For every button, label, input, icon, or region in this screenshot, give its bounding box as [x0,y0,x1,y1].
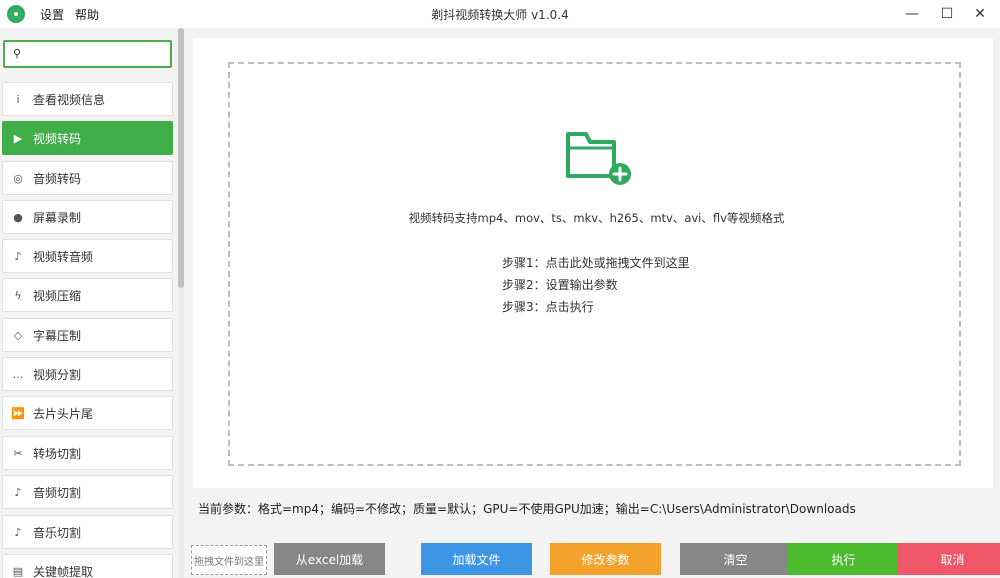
sidebar-item[interactable]: ▤ 关键帧提取 [2,554,173,578]
sidebar-item[interactable]: ♪ 音频切割 [2,475,173,509]
scissors-icon: ✂ [13,446,23,460]
sidebar-scrollbar[interactable] [178,28,184,578]
sidebar-item-label: 视频转音频 [33,249,94,264]
sidebar-item-label: 屏幕录制 [33,210,82,225]
load-file-button[interactable]: 加载文件 [421,543,532,575]
sidebar-item-label: 关键帧提取 [33,564,94,578]
sidebar-item[interactable]: ◎ 音频转码 [2,161,173,195]
diamond-icon: ◇ [13,328,23,342]
film-icon: ▤ [12,564,24,578]
current-params-status: 当前参数：格式=mp4；编码=不修改；质量=默认；GPU=不使用GPU加速；输出… [198,502,856,516]
search-icon: ⚲ [13,47,22,60]
clear-button[interactable]: 清空 [680,543,791,575]
sidebar-item-label: 音频转码 [33,171,82,186]
supported-formats-text: 视频转码支持mp4、mov、ts、mkv、h265、mtv、avi、flv等视频… [408,211,785,225]
drag-file-hint[interactable]: 拖拽文件到这里 [191,545,267,575]
step-2-text: 步骤2：设置输出参数 [502,278,618,292]
music-note-icon: ♪ [14,249,22,263]
sidebar-item-label: 音乐切割 [33,525,82,540]
sidebar-item-label: 视频分割 [33,367,82,382]
search-input[interactable] [27,45,167,63]
step-3-text: 步骤3：点击执行 [502,300,594,314]
sidebar-item[interactable]: ϟ 视频压缩 [2,278,173,312]
load-excel-button[interactable]: 从excel加载 [274,543,385,575]
add-folder-icon [566,132,631,185]
sidebar-item[interactable]: ♪ 视频转音频 [2,239,173,273]
cancel-button[interactable]: 取消 [897,543,1000,575]
sidebar-item[interactable]: ▶ 视频转码 [2,121,173,155]
modify-params-button[interactable]: 修改参数 [550,543,661,575]
title-bar: 设置 帮助 剃抖视频转换大师 v1.0.4 — ☐ ✕ [0,0,1000,28]
music-note-icon: ♪ [14,485,22,499]
fast-forward-icon: ⏩ [11,406,25,420]
sidebar-item[interactable]: ♪ 音乐切割 [2,515,173,549]
sidebar-item-label: 视频转码 [33,131,82,146]
minimize-button[interactable]: — [892,0,932,28]
execute-button[interactable]: 执行 [788,543,899,575]
search-box[interactable]: ⚲ [3,40,172,68]
record-icon: ● [13,210,23,224]
window-title: 剃抖视频转换大师 v1.0.4 [431,8,569,22]
file-drop-zone[interactable]: 视频转码支持mp4、mov、ts、mkv、h265、mtv、avi、flv等视频… [228,62,961,466]
sidebar-item-label: 字幕压制 [33,328,82,343]
sidebar-item-label: 去片头片尾 [33,406,94,421]
play-icon: ▶ [13,131,23,145]
sidebar: ⚲ i 查看视频信息 ▶ 视频转码 ◎ 音频转码 ● 屏幕录制 ♪ 视频转音频 ϟ 视频压缩 ◇ 字幕压制… [0,28,184,578]
sidebar-item-label: 转场切割 [33,446,82,461]
sidebar-item-label: 查看视频信息 [33,92,106,107]
step-1-text: 步骤1：点击此处或拖拽文件到这里 [502,256,690,270]
app-window: 设置 帮助 剃抖视频转换大师 v1.0.4 — ☐ ✕ ⚲ i 查看视频信息 ▶ 视频… [0,0,1000,578]
sidebar-scrollbar-thumb[interactable] [178,28,184,288]
info-icon: i [16,92,20,106]
audio-icon: ◎ [13,171,23,185]
sidebar-item[interactable]: ◇ 字幕压制 [2,318,173,352]
ellipsis-icon: … [12,367,24,381]
sidebar-item-label: 音频切割 [33,485,82,500]
sidebar-item[interactable]: … 视频分割 [2,357,173,391]
close-button[interactable]: ✕ [960,0,1000,28]
sidebar-item[interactable]: ⏩ 去片头片尾 [2,396,173,430]
sidebar-item[interactable]: ✂ 转场切割 [2,436,173,470]
sidebar-item-label: 视频压缩 [33,288,82,303]
sidebar-item[interactable]: ● 屏幕录制 [2,200,173,234]
music-note-icon: ♪ [14,525,22,539]
sidebar-item[interactable]: i 查看视频信息 [2,82,173,116]
main-panel: 视频转码支持mp4、mov、ts、mkv、h265、mtv、avi、flv等视频… [193,38,993,488]
lightning-icon: ϟ [14,288,22,302]
